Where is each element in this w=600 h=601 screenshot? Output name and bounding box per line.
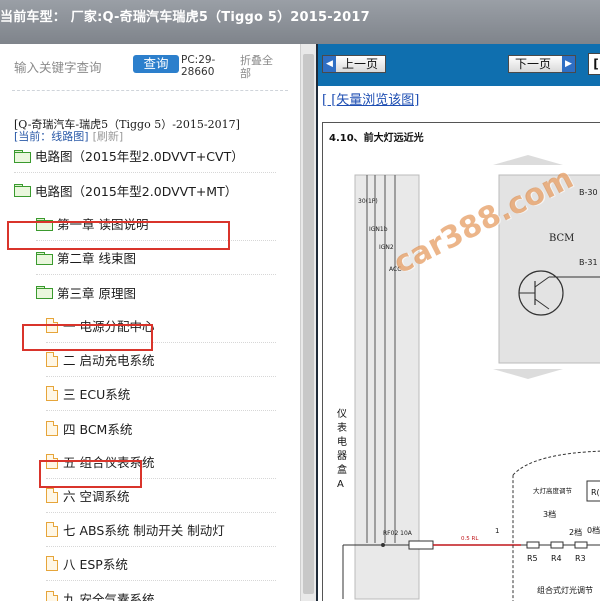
tree-node-label: 第二章 线束图: [57, 251, 136, 266]
resistor-r5: [526, 541, 540, 549]
fuse-symbol: [408, 540, 434, 550]
tree-node-label: 九 安全气囊系统: [63, 591, 155, 601]
folder-icon: [36, 251, 53, 265]
pc-line2: 28660: [181, 66, 215, 78]
gear3-label: 3档: [543, 509, 556, 519]
tree-node-label: 二 启动充电系统: [63, 353, 155, 368]
next-page-button[interactable]: 下一页 ▶: [508, 55, 576, 73]
r3-label: R3: [575, 554, 586, 563]
tree-node-label: 三 ECU系统: [63, 387, 131, 402]
b31-label: B-31: [579, 258, 598, 267]
side-label: A: [337, 479, 344, 490]
vector-view-link[interactable]: [ [矢量浏览该图]: [322, 89, 419, 108]
document-icon: [46, 556, 58, 571]
gear2-label: 2档: [569, 527, 582, 537]
tree-node-label: 四 BCM系统: [63, 421, 133, 437]
resistor-r4: [550, 541, 564, 549]
document-icon: [46, 352, 58, 367]
resistor-r3: [574, 541, 588, 549]
left-panel: 输入关键字查询 查询 PC:29- 28660 折叠全部 [Q-奇瑞汽车-瑞虎5…: [0, 44, 300, 601]
folder-icon: [14, 149, 31, 163]
arrow-down-shape: [493, 369, 563, 379]
tree-node-cvt[interactable]: 电路图（2015年型2.0DVVT+CVT）: [14, 139, 276, 173]
pin-label: 1: [495, 527, 499, 535]
document-icon: [46, 590, 58, 601]
folder-open-icon: [36, 286, 53, 299]
scroll-thumb[interactable]: [303, 54, 314, 594]
side-label: 电: [337, 435, 347, 448]
arrow-left-icon: ◀: [323, 56, 336, 72]
document-icon: [46, 420, 58, 436]
left-scrollbar[interactable]: [300, 44, 316, 601]
right-panel: ◀ 上一页 下一页 ▶ [ [ [矢量浏览该图] 4.10、前大灯远近光 30(1P…: [316, 44, 600, 601]
highlight-box: [22, 324, 153, 351]
window-title: 当前车型： 厂家:Q-奇瑞汽车瑞虎5（Tiggo 5）2015-2017: [0, 10, 370, 25]
tree-node-label: 第三章 原理图: [57, 285, 136, 301]
highlight-box: [7, 221, 230, 250]
collapse-all-link[interactable]: 折叠全部: [240, 54, 276, 80]
tree-node-airbag[interactable]: 九 安全气囊系统: [46, 581, 276, 601]
tree-node-label: 电路图（2015年型2.0DVVT+CVT）: [35, 149, 244, 164]
highlight-box: [39, 460, 142, 488]
side-label: 盒: [337, 463, 347, 476]
tree-node-mt[interactable]: 电路图（2015年型2.0DVVT+MT）: [14, 173, 276, 207]
side-label: 器: [337, 450, 347, 462]
tree-node-abs[interactable]: 七 ABS系统 制动开关 制动灯: [46, 513, 276, 547]
bottom-label: 组合式灯光调节: [537, 585, 593, 595]
bcm-label: BCM: [549, 233, 574, 244]
prev-label: 上一页: [342, 57, 379, 71]
prev-page-button[interactable]: ◀ 上一页: [322, 55, 386, 73]
r4-label: R4: [551, 554, 562, 563]
tree-node-chapter3[interactable]: 第三章 原理图: [36, 275, 276, 309]
lamp-adjust-label: 大灯高度调节: [533, 486, 573, 495]
tree-node-bcm[interactable]: 四 BCM系统: [46, 411, 276, 445]
pc-line1: PC:29-: [181, 54, 216, 66]
b30-label: B-30: [579, 188, 598, 197]
search-input[interactable]: 输入关键字查询: [14, 57, 102, 76]
divider: [12, 90, 288, 91]
query-button[interactable]: 查询: [133, 55, 179, 73]
tree-node-esp[interactable]: 八 ESP系统: [46, 547, 276, 581]
wire-label: 0.5 RL: [461, 536, 479, 542]
side-label: 仪: [337, 408, 347, 420]
pc-code: PC:29- 28660: [181, 54, 215, 78]
folder-open-icon: [14, 184, 31, 197]
arrow-up-shape: [493, 155, 563, 165]
arrow-right-icon: ▶: [562, 56, 575, 72]
gear0-label: 0档: [587, 525, 600, 535]
document-icon: [46, 488, 58, 503]
side-label: 表: [337, 421, 347, 434]
nav-extra-button[interactable]: [: [588, 53, 600, 75]
tree-node-label: 六 空调系统: [63, 489, 130, 504]
nav-bar: ◀ 上一页 下一页 ▶ [: [318, 44, 600, 86]
next-label: 下一页: [515, 57, 552, 71]
tree-node-label: 七 ABS系统 制动开关 制动灯: [63, 523, 225, 538]
ign-label: IGN1b: [369, 226, 388, 233]
title-bar: 当前车型： 厂家:Q-奇瑞汽车瑞虎5（Tiggo 5）2015-2017: [0, 0, 600, 44]
tree-node-label: 电路图（2015年型2.0DVVT+MT）: [35, 183, 238, 199]
document-icon: [46, 386, 58, 401]
document-icon: [46, 522, 58, 537]
r-partial-label: R(: [591, 488, 600, 497]
fuse-label: RF02 10A: [383, 530, 413, 537]
search-row: 输入关键字查询 查询 PC:29- 28660 折叠全部: [0, 44, 300, 88]
tree-node-label: 八 ESP系统: [63, 557, 128, 572]
tree-node-ecu[interactable]: 三 ECU系统: [46, 377, 276, 411]
r5-label: R5: [527, 554, 538, 563]
ign-label: 30(1P): [358, 198, 378, 205]
